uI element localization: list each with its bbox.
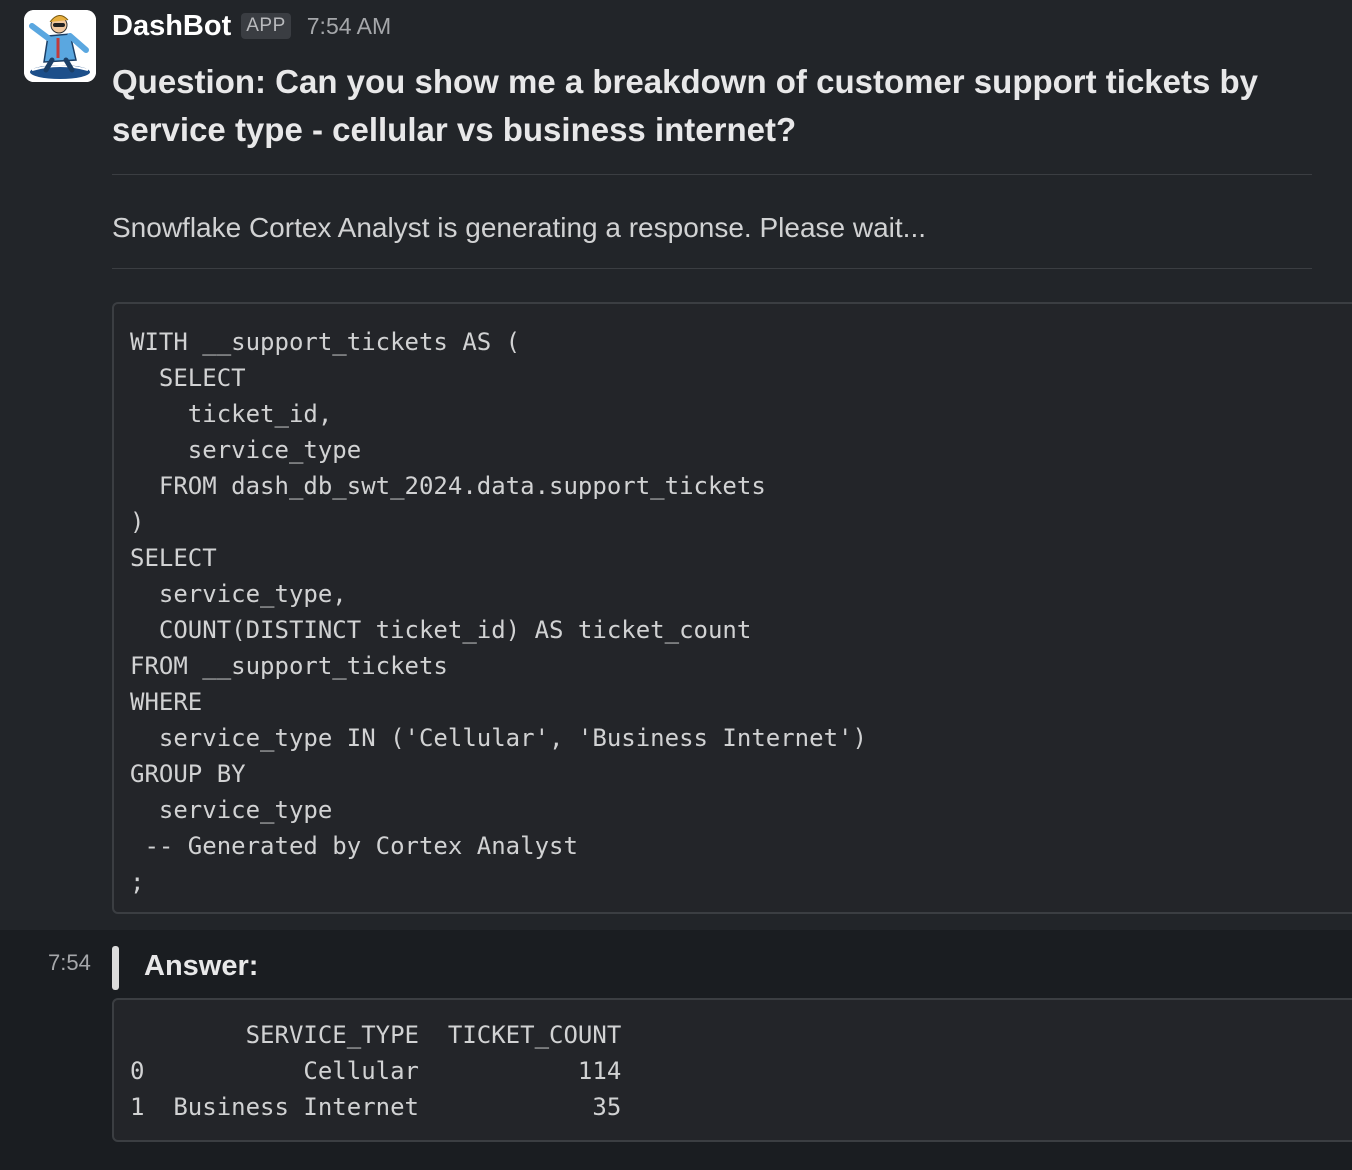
app-badge: APP	[241, 13, 291, 39]
sql-code: WITH __support_tickets AS ( SELECT ticke…	[130, 328, 867, 896]
message-timestamp[interactable]: 7:54 AM	[307, 13, 391, 40]
sql-code-block: WITH __support_tickets AS ( SELECT ticke…	[112, 302, 1352, 914]
bot-message: DashBot APP 7:54 AM Question: Can you sh…	[0, 0, 1352, 930]
status-text: Snowflake Cortex Analyst is generating a…	[112, 212, 926, 243]
quote-bar	[112, 946, 119, 990]
question-text: Question: Can you show me a breakdown of…	[112, 63, 1259, 148]
message-header: DashBot APP 7:54 AM	[112, 8, 391, 44]
dashbot-avatar[interactable]	[24, 10, 96, 82]
divider	[112, 268, 1312, 269]
mascot-icon	[24, 10, 96, 82]
divider	[112, 174, 1312, 175]
result-code-block: SERVICE_TYPE TICKET_COUNT 0 Cellular 114…	[112, 998, 1352, 1142]
result-table: SERVICE_TYPE TICKET_COUNT 0 Cellular 114…	[130, 1021, 622, 1121]
sender-name[interactable]: DashBot	[112, 10, 231, 43]
hover-timestamp[interactable]: 7:54	[48, 950, 91, 976]
answer-label: Answer:	[144, 950, 259, 982]
